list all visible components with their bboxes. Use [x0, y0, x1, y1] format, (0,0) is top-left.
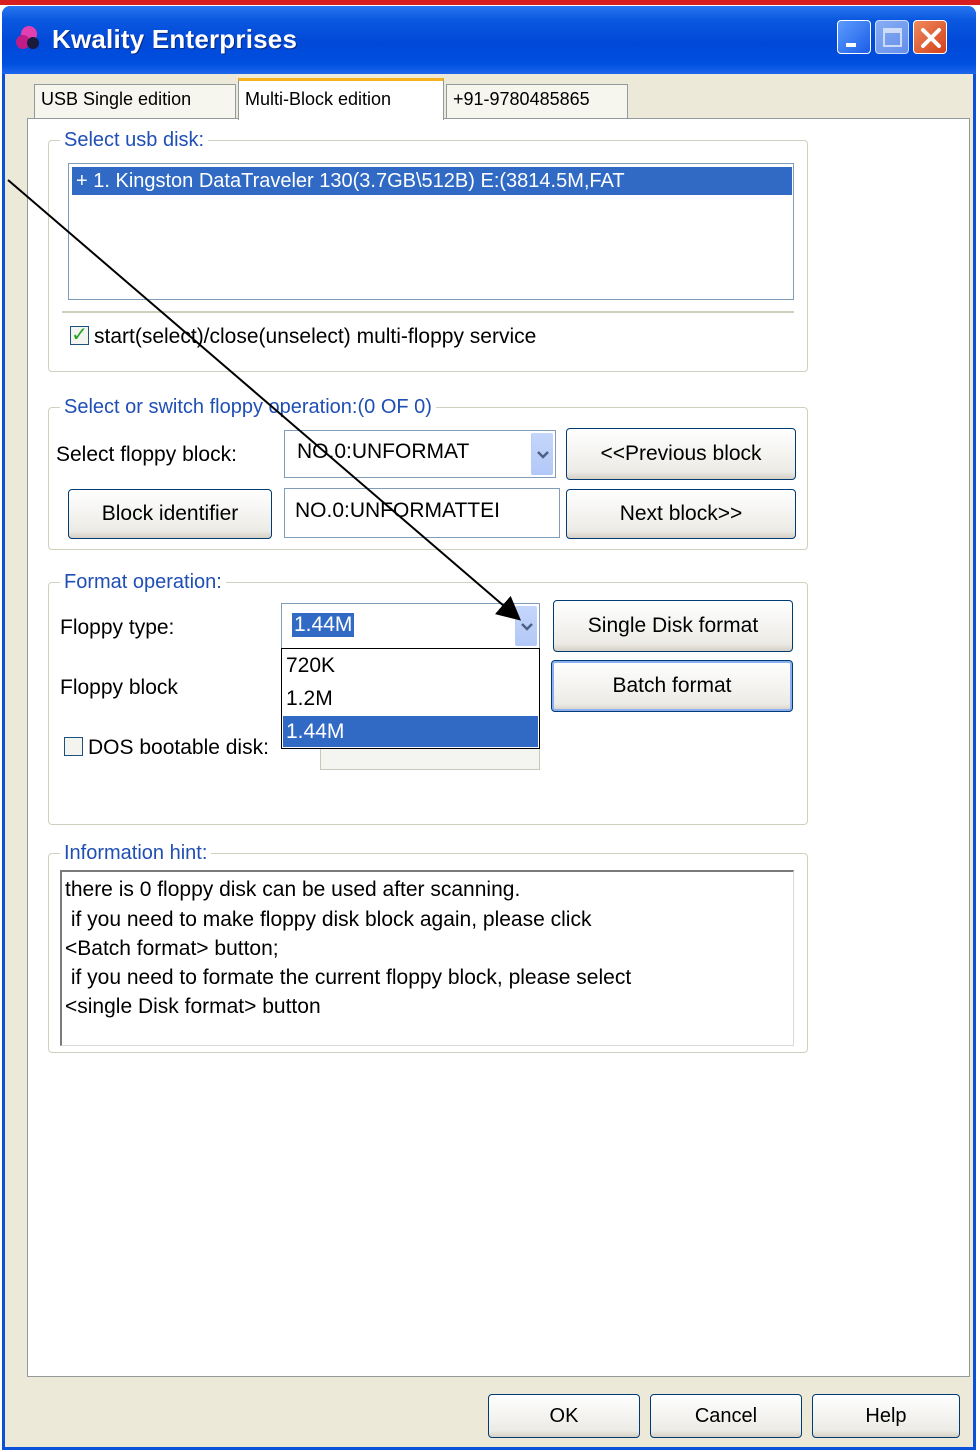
annotation-arrow: [7, 179, 522, 621]
